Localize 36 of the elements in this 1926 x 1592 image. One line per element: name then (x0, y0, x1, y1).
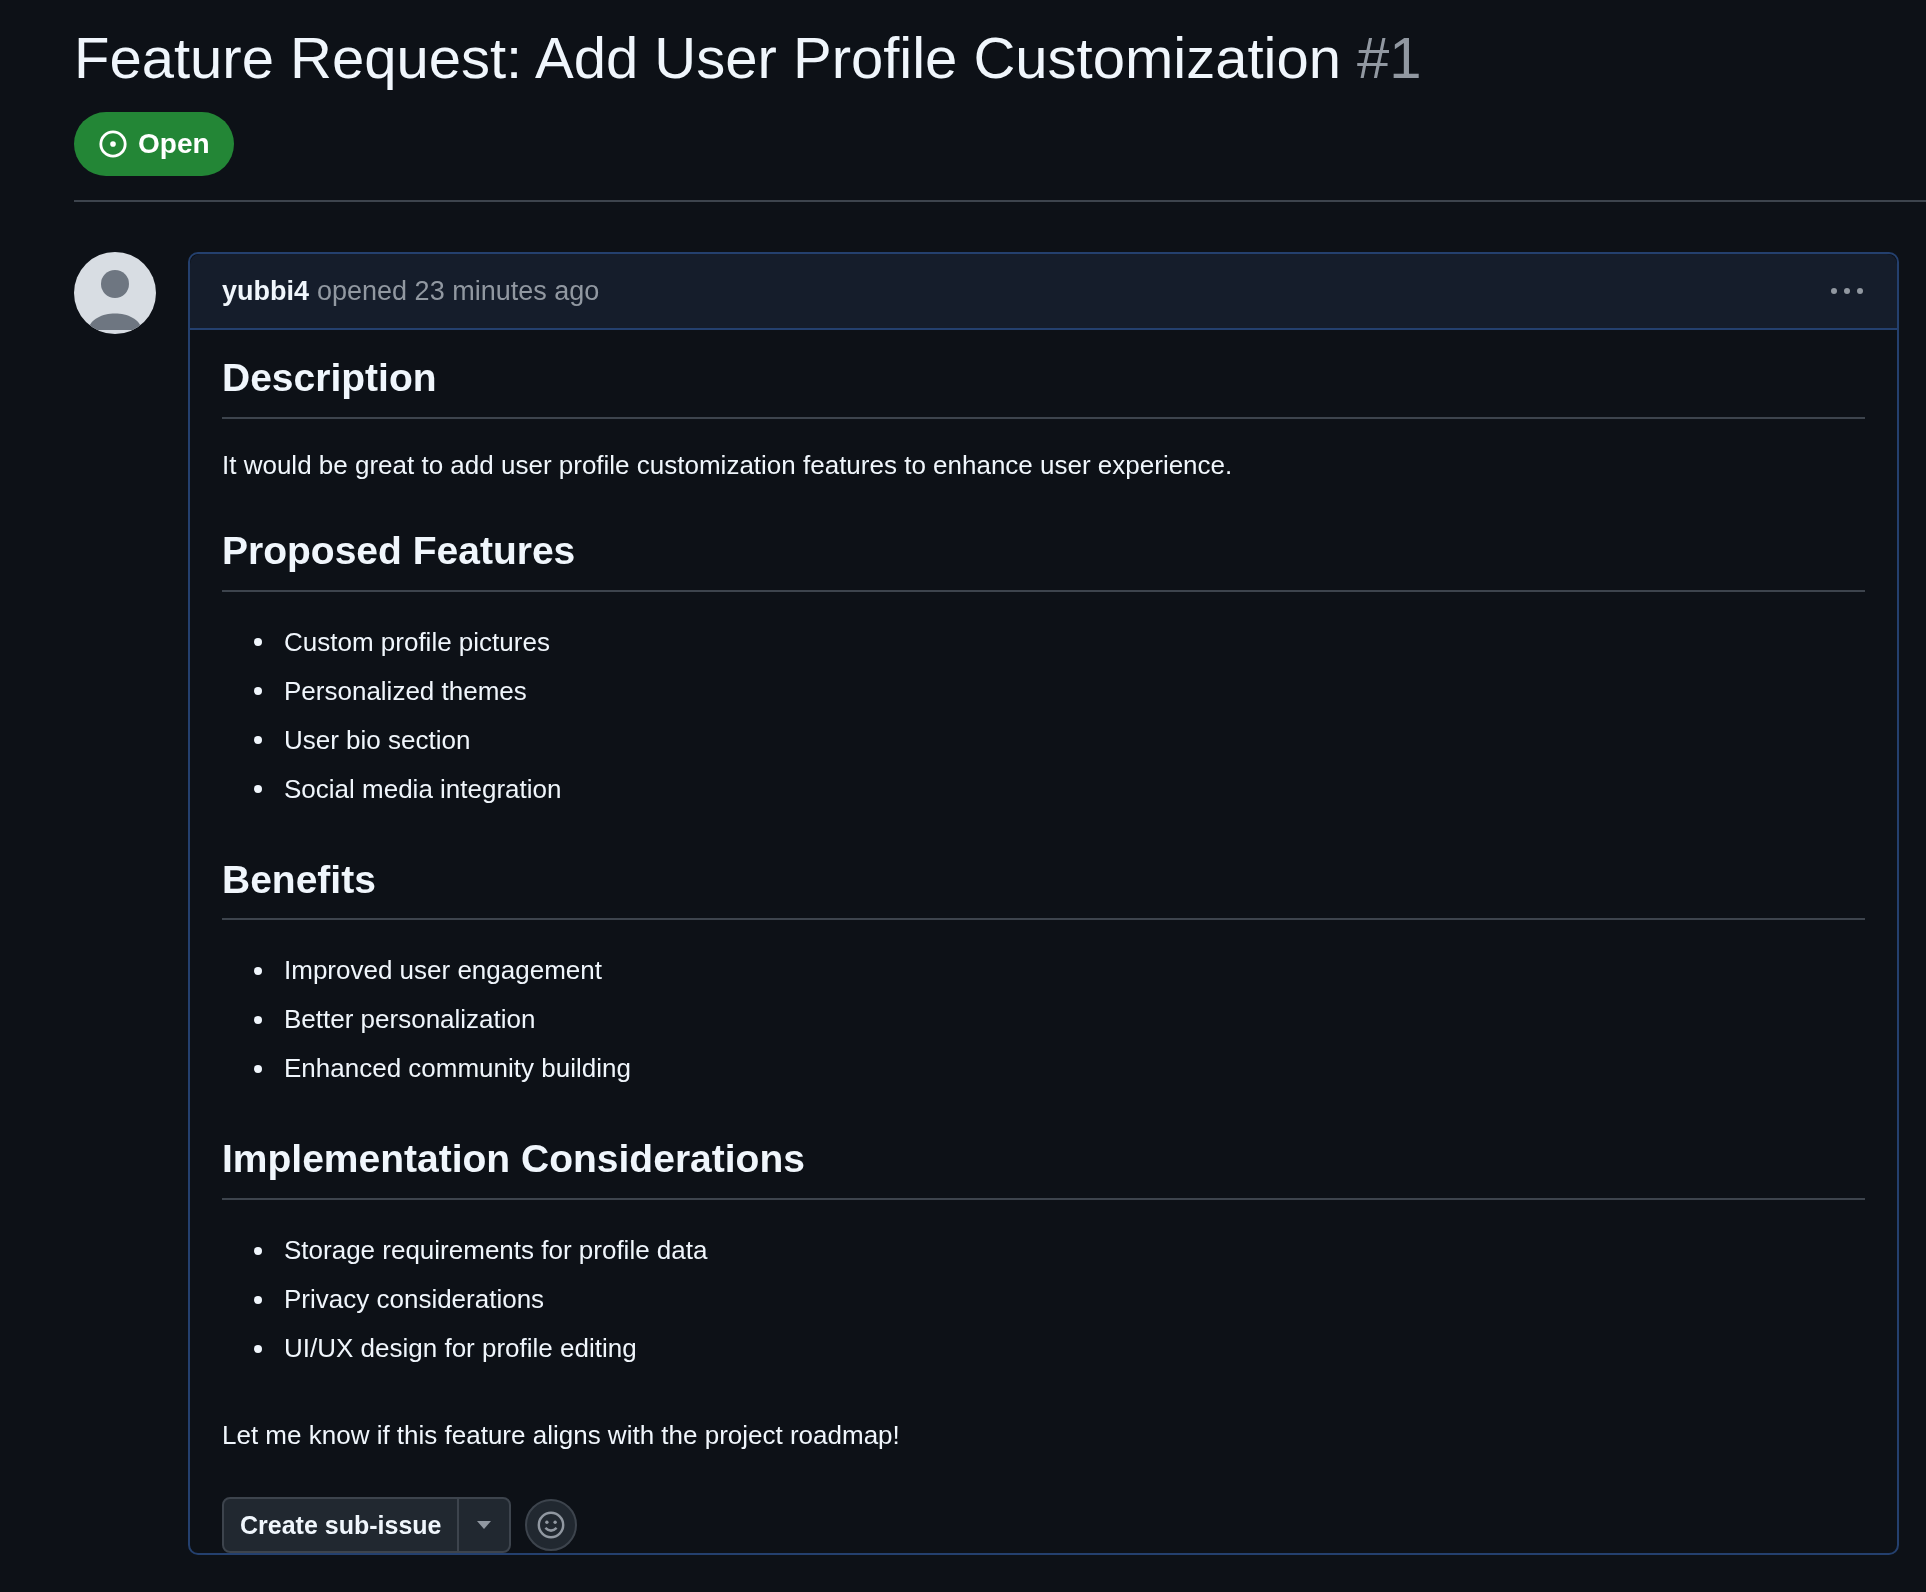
list-item: Improved user engagement (284, 955, 602, 987)
bullet-icon (254, 1015, 262, 1024)
bullet-icon (254, 785, 262, 793)
list-item: Custom profile pictures (284, 626, 550, 658)
list-item: Personalized themes (284, 675, 527, 707)
paragraph: Let me know if this feature aligns with the project roadmap! (222, 1419, 901, 1452)
bullet-icon (254, 966, 262, 975)
smiley-icon (536, 1510, 567, 1540)
bullet-icon (254, 1064, 262, 1073)
timestamp: opened 23 minutes ago (317, 275, 600, 307)
caret-icon (477, 1521, 492, 1529)
status-icon (98, 129, 128, 159)
add-reaction-button[interactable] (525, 1499, 578, 1551)
list-item: Better personalization (284, 1004, 536, 1036)
list-item: Social media integration (284, 773, 562, 805)
bullet-icon (254, 1295, 262, 1304)
section-heading: Benefits (222, 857, 376, 901)
section-heading: Implementation Considerations (222, 1137, 805, 1181)
section-heading: Proposed Features (222, 528, 576, 572)
author-link[interactable]: yubbi4 (222, 275, 309, 307)
section-heading: Description (222, 356, 437, 399)
bullet-icon (254, 1246, 262, 1255)
more-options-icon[interactable] (1829, 286, 1865, 296)
bullet-icon (254, 1344, 262, 1353)
list-item: User bio section (284, 724, 471, 756)
issue-title: Feature Request: Add User Profile Customization (74, 25, 1341, 90)
list-item: Enhanced community building (284, 1053, 631, 1085)
list-item: Storage requirements for profile data (284, 1235, 708, 1266)
bullet-icon (254, 687, 262, 695)
issue-number: #1 (1357, 25, 1422, 90)
bullet-icon (254, 638, 262, 646)
list-item: Privacy considerations (284, 1284, 545, 1315)
paragraph: It would be great to add user profile customization features to enhance user experience. (222, 448, 1234, 482)
status-badge: Open (74, 112, 234, 176)
list-item: UI/UX design for profile editing (284, 1333, 637, 1364)
bullet-icon (254, 736, 262, 744)
